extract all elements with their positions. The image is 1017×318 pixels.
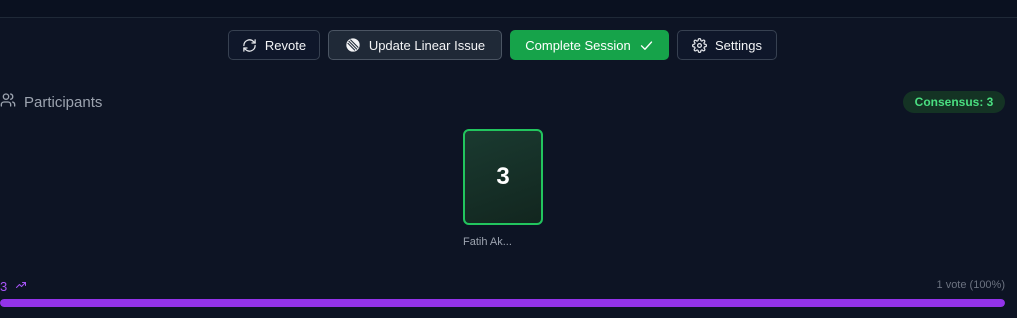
linear-logo-icon — [345, 37, 361, 53]
result-row: 3 — [0, 278, 27, 294]
update-linear-issue-label: Update Linear Issue — [368, 37, 486, 53]
vote-card: 3 — [463, 129, 543, 225]
vote-count-label: 1 vote (100%) — [936, 279, 1005, 291]
vote-progress-bar — [0, 299, 1005, 307]
complete-session-label: Complete Session — [525, 37, 631, 53]
gear-icon — [692, 37, 707, 53]
participant-name: Fatih Ak... — [463, 236, 512, 248]
users-icon — [0, 92, 16, 112]
refresh-icon — [242, 38, 257, 53]
check-icon — [639, 38, 654, 53]
trending-up-icon — [15, 279, 27, 294]
top-bar — [0, 0, 1017, 18]
participants-title: Participants — [24, 93, 103, 111]
complete-session-button[interactable]: Complete Session — [510, 30, 669, 60]
session-toolbar: Revote Update Linear Issue Complete Sess… — [0, 30, 1017, 62]
consensus-badge: Consensus: 3 — [903, 91, 1005, 113]
update-linear-issue-button[interactable]: Update Linear Issue — [328, 30, 502, 60]
settings-button[interactable]: Settings — [677, 30, 777, 60]
settings-label: Settings — [715, 37, 762, 53]
vote-progress-fill — [0, 299, 1005, 307]
revote-button[interactable]: Revote — [228, 30, 320, 60]
revote-label: Revote — [264, 37, 307, 53]
participants-header: Participants — [0, 92, 102, 112]
result-value: 3 — [0, 278, 8, 294]
